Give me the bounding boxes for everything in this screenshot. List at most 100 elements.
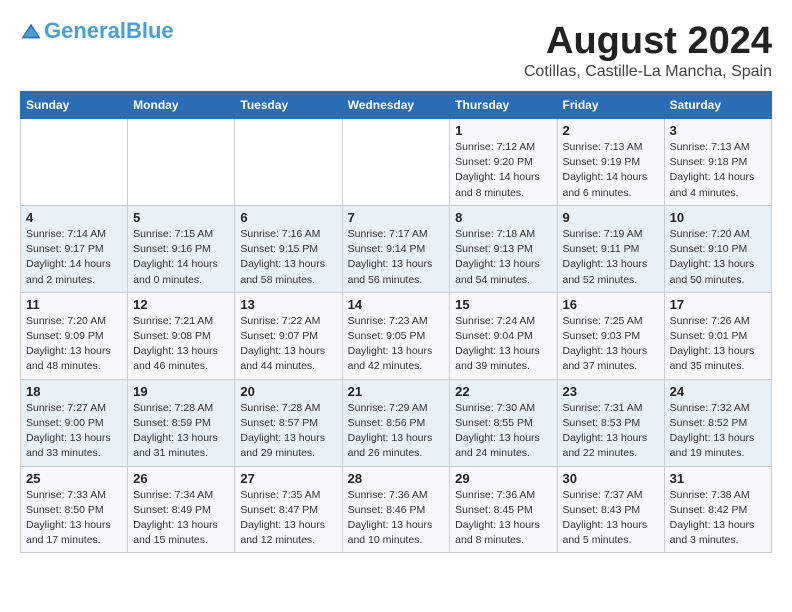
day-info: Sunrise: 7:37 AM Sunset: 8:43 PM Dayligh… <box>563 488 659 549</box>
calendar-cell <box>128 119 235 206</box>
day-number: 10 <box>670 210 766 225</box>
day-number: 1 <box>455 123 551 138</box>
day-info: Sunrise: 7:27 AM Sunset: 9:00 PM Dayligh… <box>26 401 122 462</box>
logo-blue: Blue <box>126 18 174 43</box>
day-info: Sunrise: 7:20 AM Sunset: 9:09 PM Dayligh… <box>26 314 122 375</box>
calendar-week-5: 25Sunrise: 7:33 AM Sunset: 8:50 PM Dayli… <box>21 466 772 553</box>
day-info: Sunrise: 7:34 AM Sunset: 8:49 PM Dayligh… <box>133 488 229 549</box>
calendar-cell: 22 Sunrise: 7:30 AM Sunset: 8:55 PM Dayli… <box>450 379 557 466</box>
day-info: Sunrise: 7:19 AM Sunset: 9:11 PM Dayligh… <box>563 227 659 288</box>
calendar-cell: 4Sunrise: 7:14 AM Sunset: 9:17 PM Daylig… <box>21 205 128 292</box>
day-number: 18 <box>26 384 122 399</box>
col-header-thursday: Thursday <box>450 92 557 119</box>
day-number: 29 <box>455 471 551 486</box>
calendar-cell: 3 Sunrise: 7:13 AM Sunset: 9:18 PM Daylig… <box>664 119 771 206</box>
day-info: Sunrise: 7:25 AM Sunset: 9:03 PM Dayligh… <box>563 314 659 375</box>
calendar-week-4: 18 Sunrise: 7:27 AM Sunset: 9:00 PM Dayli… <box>21 379 772 466</box>
day-info: Sunrise: 7:21 AM Sunset: 9:08 PM Dayligh… <box>133 314 229 375</box>
calendar-cell: 11 Sunrise: 7:20 AM Sunset: 9:09 PM Dayli… <box>21 292 128 379</box>
calendar-cell: 13 Sunrise: 7:22 AM Sunset: 9:07 PM Dayli… <box>235 292 342 379</box>
day-info: Sunrise: 7:30 AM Sunset: 8:55 PM Dayligh… <box>455 401 551 462</box>
calendar-cell: 23 Sunrise: 7:31 AM Sunset: 8:53 PM Dayli… <box>557 379 664 466</box>
day-info: Sunrise: 7:29 AM Sunset: 8:56 PM Dayligh… <box>348 401 445 462</box>
col-header-monday: Monday <box>128 92 235 119</box>
day-number: 13 <box>240 297 336 312</box>
day-number: 23 <box>563 384 659 399</box>
day-info: Sunrise: 7:26 AM Sunset: 9:01 PM Dayligh… <box>670 314 766 375</box>
col-header-wednesday: Wednesday <box>342 92 450 119</box>
day-info: Sunrise: 7:16 AM Sunset: 9:15 PM Dayligh… <box>240 227 336 288</box>
calendar-cell: 17Sunrise: 7:26 AM Sunset: 9:01 PM Dayli… <box>664 292 771 379</box>
calendar-cell: 30 Sunrise: 7:37 AM Sunset: 8:43 PM Dayli… <box>557 466 664 553</box>
day-info: Sunrise: 7:18 AM Sunset: 9:13 PM Dayligh… <box>455 227 551 288</box>
calendar-cell: 15 Sunrise: 7:24 AM Sunset: 9:04 PM Dayli… <box>450 292 557 379</box>
calendar-cell: 31Sunrise: 7:38 AM Sunset: 8:42 PM Dayli… <box>664 466 771 553</box>
location: Cotillas, Castille-La Mancha, Spain <box>524 63 772 81</box>
day-info: Sunrise: 7:24 AM Sunset: 9:04 PM Dayligh… <box>455 314 551 375</box>
day-number: 28 <box>348 471 445 486</box>
calendar-cell: 14Sunrise: 7:23 AM Sunset: 9:05 PM Dayli… <box>342 292 450 379</box>
day-info: Sunrise: 7:31 AM Sunset: 8:53 PM Dayligh… <box>563 401 659 462</box>
calendar-cell: 18 Sunrise: 7:27 AM Sunset: 9:00 PM Dayli… <box>21 379 128 466</box>
day-number: 30 <box>563 471 659 486</box>
col-header-saturday: Saturday <box>664 92 771 119</box>
col-header-sunday: Sunday <box>21 92 128 119</box>
calendar-cell: 9 Sunrise: 7:19 AM Sunset: 9:11 PM Daylig… <box>557 205 664 292</box>
calendar-cell: 10 Sunrise: 7:20 AM Sunset: 9:10 PM Dayli… <box>664 205 771 292</box>
col-header-tuesday: Tuesday <box>235 92 342 119</box>
header: GeneralBlue August 2024 Cotillas, Castil… <box>20 20 772 81</box>
calendar-cell: 7 Sunrise: 7:17 AM Sunset: 9:14 PM Daylig… <box>342 205 450 292</box>
day-info: Sunrise: 7:17 AM Sunset: 9:14 PM Dayligh… <box>348 227 445 288</box>
calendar-cell: 2 Sunrise: 7:13 AM Sunset: 9:19 PM Daylig… <box>557 119 664 206</box>
day-number: 25 <box>26 471 122 486</box>
calendar-cell: 6 Sunrise: 7:16 AM Sunset: 9:15 PM Daylig… <box>235 205 342 292</box>
day-number: 27 <box>240 471 336 486</box>
calendar-week-3: 11 Sunrise: 7:20 AM Sunset: 9:09 PM Dayli… <box>21 292 772 379</box>
day-number: 16 <box>563 297 659 312</box>
day-number: 11 <box>26 297 122 312</box>
month-year: August 2024 <box>524 20 772 63</box>
day-number: 8 <box>455 210 551 225</box>
logo-icon <box>20 22 42 40</box>
calendar-cell: 16 Sunrise: 7:25 AM Sunset: 9:03 PM Dayli… <box>557 292 664 379</box>
calendar-cell <box>21 119 128 206</box>
day-number: 20 <box>240 384 336 399</box>
day-info: Sunrise: 7:36 AM Sunset: 8:45 PM Dayligh… <box>455 488 551 549</box>
day-info: Sunrise: 7:13 AM Sunset: 9:19 PM Dayligh… <box>563 140 659 201</box>
calendar-table: SundayMondayTuesdayWednesdayThursdayFrid… <box>20 91 772 553</box>
day-number: 22 <box>455 384 551 399</box>
day-number: 21 <box>348 384 445 399</box>
calendar-cell: 24 Sunrise: 7:32 AM Sunset: 8:52 PM Dayli… <box>664 379 771 466</box>
day-info: Sunrise: 7:32 AM Sunset: 8:52 PM Dayligh… <box>670 401 766 462</box>
calendar-cell: 27Sunrise: 7:35 AM Sunset: 8:47 PM Dayli… <box>235 466 342 553</box>
day-info: Sunrise: 7:28 AM Sunset: 8:59 PM Dayligh… <box>133 401 229 462</box>
day-number: 5 <box>133 210 229 225</box>
day-number: 15 <box>455 297 551 312</box>
calendar-cell: 8 Sunrise: 7:18 AM Sunset: 9:13 PM Daylig… <box>450 205 557 292</box>
day-number: 3 <box>670 123 766 138</box>
day-number: 14 <box>348 297 445 312</box>
col-header-friday: Friday <box>557 92 664 119</box>
day-info: Sunrise: 7:38 AM Sunset: 8:42 PM Dayligh… <box>670 488 766 549</box>
calendar-cell: 1Sunrise: 7:12 AM Sunset: 9:20 PM Daylig… <box>450 119 557 206</box>
calendar-cell: 20 Sunrise: 7:28 AM Sunset: 8:57 PM Dayli… <box>235 379 342 466</box>
day-number: 24 <box>670 384 766 399</box>
title-area: August 2024 Cotillas, Castille-La Mancha… <box>524 20 772 81</box>
day-info: Sunrise: 7:20 AM Sunset: 9:10 PM Dayligh… <box>670 227 766 288</box>
calendar-week-2: 4Sunrise: 7:14 AM Sunset: 9:17 PM Daylig… <box>21 205 772 292</box>
day-number: 2 <box>563 123 659 138</box>
day-number: 19 <box>133 384 229 399</box>
day-number: 6 <box>240 210 336 225</box>
day-number: 12 <box>133 297 229 312</box>
day-info: Sunrise: 7:13 AM Sunset: 9:18 PM Dayligh… <box>670 140 766 201</box>
day-number: 9 <box>563 210 659 225</box>
logo: GeneralBlue <box>20 20 174 42</box>
day-info: Sunrise: 7:15 AM Sunset: 9:16 PM Dayligh… <box>133 227 229 288</box>
calendar-cell: 12 Sunrise: 7:21 AM Sunset: 9:08 PM Dayli… <box>128 292 235 379</box>
day-info: Sunrise: 7:28 AM Sunset: 8:57 PM Dayligh… <box>240 401 336 462</box>
calendar-cell: 25Sunrise: 7:33 AM Sunset: 8:50 PM Dayli… <box>21 466 128 553</box>
day-info: Sunrise: 7:22 AM Sunset: 9:07 PM Dayligh… <box>240 314 336 375</box>
calendar-cell: 26Sunrise: 7:34 AM Sunset: 8:49 PM Dayli… <box>128 466 235 553</box>
day-number: 7 <box>348 210 445 225</box>
calendar-cell: 21 Sunrise: 7:29 AM Sunset: 8:56 PM Dayli… <box>342 379 450 466</box>
